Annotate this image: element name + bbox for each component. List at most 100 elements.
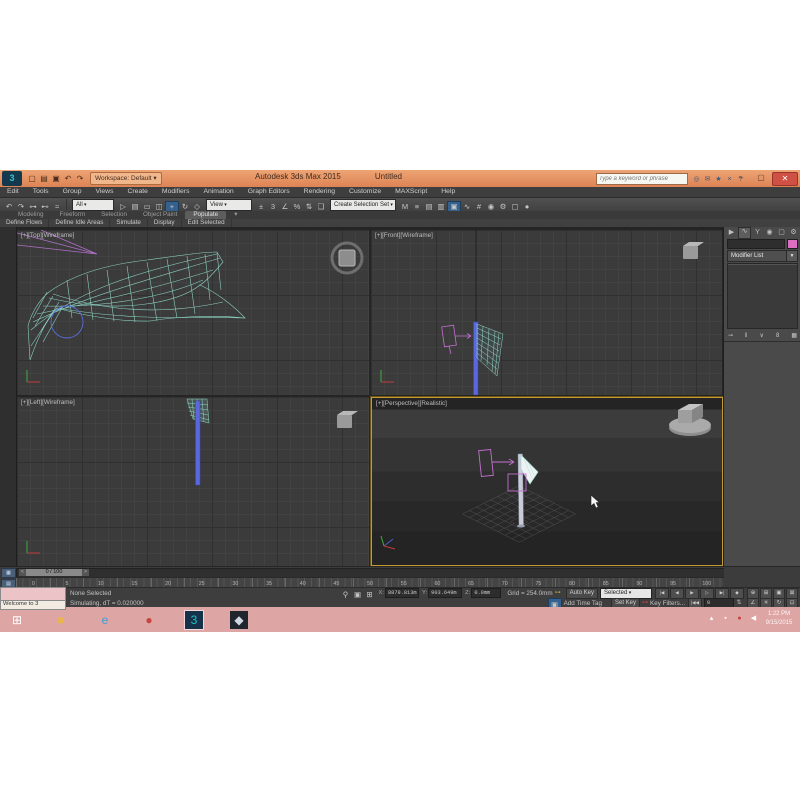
ribbon-tab-object-paint[interactable]: Object Paint <box>135 211 185 219</box>
render-production-icon[interactable]: ● <box>521 201 533 212</box>
curve-editor-icon[interactable]: ∿ <box>461 201 473 212</box>
modifier-stack-list[interactable] <box>727 263 798 329</box>
file-explorer-icon[interactable]: ■ <box>52 611 70 629</box>
reference-coordinate-dropdown[interactable]: View <box>206 199 252 211</box>
rendered-frame-icon[interactable]: ▢ <box>509 201 521 212</box>
modify-tab-icon[interactable]: ∿ <box>738 227 751 239</box>
utilities-tab-icon[interactable]: ⚙ <box>788 228 799 238</box>
ribbon-tab-selection[interactable]: Selection <box>93 211 135 219</box>
viewport-left[interactable]: [+][Left][Wireframe] <box>17 397 369 566</box>
sign-in-icon[interactable]: ★ <box>713 174 724 185</box>
edit-selected-button[interactable]: Edit Selected <box>182 219 232 227</box>
redo-qat-icon[interactable]: ↷ <box>74 173 86 185</box>
ribbon-options-icon[interactable]: ▾ <box>226 211 245 219</box>
window-crossing-icon[interactable]: ◫ <box>153 201 165 212</box>
close-button[interactable]: ✕ <box>772 172 798 186</box>
angle-snap-icon[interactable]: ∠ <box>279 201 291 212</box>
tray-alert-icon[interactable]: ● <box>735 612 744 626</box>
search-input[interactable] <box>596 173 688 185</box>
select-and-scale-icon[interactable]: ◇ <box>191 201 203 212</box>
material-editor-icon[interactable]: ◉ <box>485 201 497 212</box>
open-mini-curve-editor-icon[interactable]: ▦ <box>1 568 16 578</box>
create-tab-icon[interactable]: ▶ <box>726 228 737 238</box>
undo-qat-icon[interactable]: ↶ <box>62 173 74 185</box>
menu-customize[interactable]: Customize <box>342 187 388 197</box>
z-coordinate-field[interactable]: 0.0mm <box>471 588 501 598</box>
key-mode-toggle-icon[interactable]: ◆ <box>730 588 744 599</box>
simulate-button[interactable]: Simulate <box>110 219 148 227</box>
select-by-name-icon[interactable]: ▤ <box>129 201 141 212</box>
start-button[interactable]: ⊞ <box>8 611 26 629</box>
viewport-perspective[interactable]: [+][Perspective][Realistic] <box>371 397 723 566</box>
motion-tab-icon[interactable]: ◉ <box>764 228 775 238</box>
tray-volume-icon[interactable]: ◀ <box>749 612 758 626</box>
new-scene-icon[interactable]: ▢ <box>26 173 38 185</box>
previous-frame-icon[interactable]: ◀ <box>670 588 684 599</box>
auto-key-button[interactable]: Auto Key <box>566 588 598 599</box>
viewport-front-label[interactable]: [+][Front][Wireframe] <box>375 232 433 239</box>
pinned-app-icon[interactable]: ◆ <box>230 611 248 629</box>
chevron-down-icon[interactable]: ▼ <box>786 250 798 262</box>
mirror-icon[interactable]: M <box>399 201 411 212</box>
remove-modifier-button[interactable]: 8 <box>776 331 779 341</box>
define-flows-button[interactable]: Define Flows <box>0 219 49 227</box>
make-unique-button[interactable]: ∨ <box>760 331 764 341</box>
ribbon-tab-freeform[interactable]: Freeform <box>52 211 94 219</box>
menu-animation[interactable]: Animation <box>196 187 240 197</box>
maxscript-mini-listener[interactable]: Welcome to 3 <box>0 587 66 607</box>
named-selection-sets-icon[interactable]: ❑ <box>315 201 327 212</box>
unlink-selection-icon[interactable]: ⊷ <box>39 201 51 212</box>
maximize-button[interactable]: ▢ <box>752 172 770 184</box>
ribbon-tab-populate[interactable]: Populate <box>185 211 226 219</box>
media-app-icon[interactable]: ● <box>140 611 158 629</box>
named-selection-set-dropdown[interactable]: Create Selection Set <box>330 199 396 211</box>
bind-to-space-warp-icon[interactable]: ≈ <box>51 201 63 212</box>
y-coordinate-field[interactable]: 903.649m <box>428 588 462 598</box>
communication-center-icon[interactable]: ✉ <box>702 174 713 185</box>
ribbon-tab-modeling[interactable]: Modeling <box>10 211 52 219</box>
time-slider-handle[interactable]: < 0 / 100 > <box>19 569 89 576</box>
select-and-manipulate-icon[interactable]: ± <box>255 201 267 212</box>
viewport-top-label[interactable]: [+][Top][Wireframe] <box>21 232 74 239</box>
minimize-button[interactable]: – <box>732 172 750 184</box>
modifier-list-dropdown[interactable]: Modifier List ▼ <box>727 251 798 261</box>
display-button[interactable]: Display <box>148 219 182 227</box>
viewport-left-label[interactable]: [+][Left][Wireframe] <box>21 399 75 406</box>
x-coordinate-field[interactable]: 8879.813m <box>385 588 419 598</box>
internet-explorer-icon[interactable]: e <box>96 611 114 629</box>
render-setup-icon[interactable]: ⚙ <box>497 201 509 212</box>
undo-icon[interactable]: ↶ <box>3 201 15 212</box>
go-to-start-icon[interactable]: |◀ <box>655 588 669 599</box>
snaps-toggle-icon[interactable]: 3 <box>267 201 279 212</box>
taskbar-clock[interactable]: 1:22 PM 9/15/2015 <box>760 610 798 628</box>
pin-stack-button[interactable]: ⊸ <box>728 331 733 341</box>
select-and-rotate-icon[interactable]: ↻ <box>179 201 191 212</box>
spinner-snap-icon[interactable]: ⇅ <box>303 201 315 212</box>
tray-show-hidden-icon[interactable]: ▴ <box>707 612 716 626</box>
display-tab-icon[interactable]: ▢ <box>776 228 787 238</box>
define-idle-areas-button[interactable]: Define Idle Areas <box>49 219 110 227</box>
rectangular-selection-icon[interactable]: ▭ <box>141 201 153 212</box>
schematic-view-icon[interactable]: # <box>473 201 485 212</box>
redo-icon[interactable]: ↷ <box>15 201 27 212</box>
viewport-front[interactable]: [+][Front][Wireframe] <box>371 230 722 395</box>
next-frame-icon[interactable]: ▷ <box>700 588 714 599</box>
open-file-icon[interactable]: ▤ <box>38 173 50 185</box>
3ds-max-taskbar-icon[interactable]: 3 <box>184 610 204 630</box>
workspace-selector[interactable]: Workspace: Default <box>90 172 162 185</box>
save-file-icon[interactable]: ▣ <box>50 173 62 185</box>
configure-modifier-sets-button[interactable]: ▦ <box>791 331 797 341</box>
hierarchy-tab-icon[interactable]: Y <box>752 228 763 238</box>
align-icon[interactable]: ≡ <box>411 201 423 212</box>
viewport-perspective-label[interactable]: [+][Perspective][Realistic] <box>376 400 447 407</box>
welcome-window-title[interactable]: Welcome to 3 <box>0 601 66 610</box>
next-frame-arrow[interactable]: > <box>82 569 89 576</box>
go-to-end-icon[interactable]: ▶| <box>715 588 729 599</box>
menu-views[interactable]: Views <box>88 187 120 197</box>
macro-recorder-pane[interactable] <box>0 587 66 601</box>
tray-network-icon[interactable]: ▪ <box>721 612 730 626</box>
show-end-result-button[interactable]: ‖ <box>745 331 747 341</box>
select-and-link-icon[interactable]: ⊶ <box>27 201 39 212</box>
previous-frame-arrow[interactable]: < <box>19 569 26 576</box>
scene-explorer-icon[interactable]: ▤ <box>423 201 435 212</box>
